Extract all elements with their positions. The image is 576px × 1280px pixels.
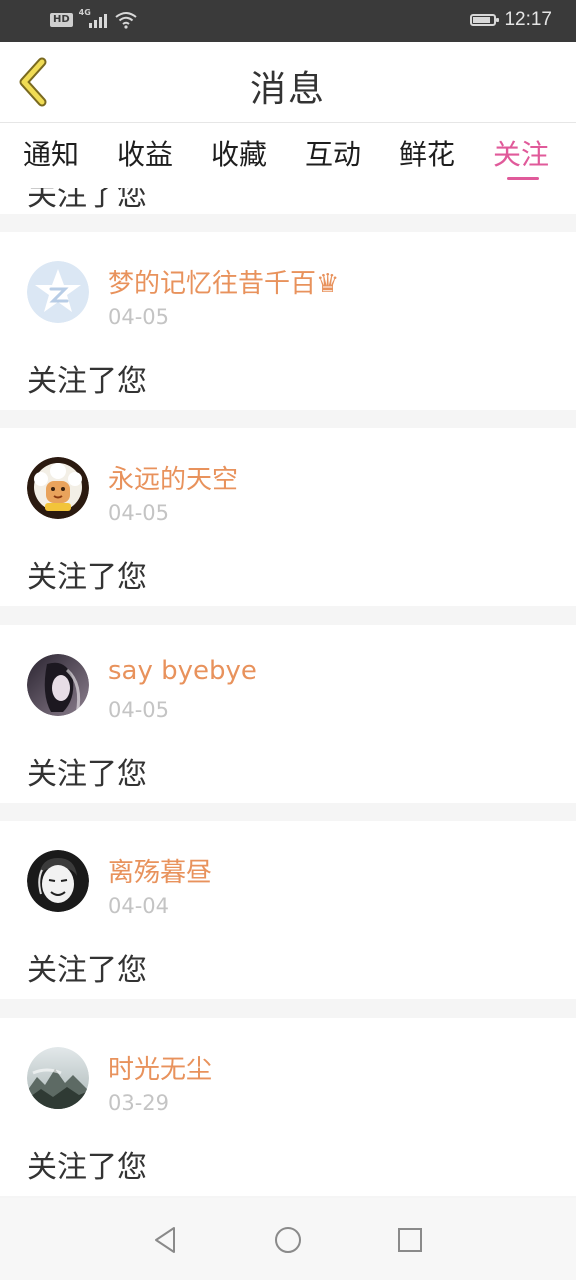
avatar[interactable]	[27, 457, 89, 519]
wifi-icon	[115, 12, 137, 29]
list-item[interactable]: 离殇暮昼 04-04 关注了您	[0, 821, 576, 999]
nav-home-button[interactable]	[270, 1222, 306, 1258]
item-message: 关注了您	[27, 757, 147, 792]
triangle-back-icon	[155, 1227, 175, 1253]
item-date: 04-05	[108, 501, 170, 525]
status-left: HD 4G	[50, 8, 137, 30]
nav-back-button[interactable]	[148, 1222, 184, 1258]
item-date: 04-04	[108, 894, 170, 918]
tab-bar: 通知 收益 收藏 互动 鲜花 关注	[0, 122, 576, 188]
list-item[interactable]: 梦的记忆往昔千百♛ 04-05 关注了您	[0, 232, 576, 410]
app-header: 消息	[0, 42, 576, 122]
avatar[interactable]	[27, 1047, 89, 1109]
item-message: 关注了您	[27, 560, 147, 595]
default-avatar-icon	[27, 261, 89, 323]
circle-home-icon	[275, 1227, 301, 1253]
item-message: 关注了您	[27, 364, 147, 399]
status-bar: HD 4G 12:17	[0, 0, 576, 42]
tab-earnings[interactable]: 收益	[117, 133, 173, 173]
tab-interactions[interactable]: 互动	[305, 133, 361, 173]
item-date: 04-05	[108, 698, 170, 722]
avatar[interactable]	[27, 850, 89, 912]
battery-icon	[470, 14, 500, 26]
page-title: 消息	[249, 69, 326, 110]
landscape-avatar-icon	[27, 1047, 89, 1109]
tab-flowers[interactable]: 鲜花	[399, 133, 455, 173]
list-item[interactable]: 时光无尘 03-29 关注了您	[0, 1018, 576, 1196]
username[interactable]: say byebye	[108, 656, 257, 686]
username[interactable]: 梦的记忆往昔千百♛	[108, 263, 339, 300]
item-message: 关注了您	[27, 188, 147, 213]
username[interactable]: 时光无尘	[108, 1049, 212, 1086]
list-item[interactable]: say byebye 04-05 关注了您	[0, 625, 576, 803]
item-date: 03-29	[108, 1091, 170, 1115]
item-message: 关注了您	[27, 1150, 147, 1185]
cartoon-avatar-icon	[27, 457, 89, 519]
hd-badge: HD	[50, 13, 73, 27]
tab-favorites[interactable]: 收藏	[211, 133, 267, 173]
avatar[interactable]	[27, 654, 89, 716]
system-nav-bar	[0, 1198, 576, 1280]
message-list[interactable]: 关注了您 梦的记忆往昔千百♛ 04-05 关注了您 永远的天空 04-05 关注…	[0, 188, 576, 1198]
tab-follows[interactable]: 关注	[493, 133, 549, 173]
list-item[interactable]: 永远的天空 04-05 关注了您	[0, 428, 576, 606]
username[interactable]: 永远的天空	[108, 459, 238, 496]
item-message: 关注了您	[27, 953, 147, 988]
active-tab-indicator	[507, 177, 539, 180]
photo-avatar-icon	[27, 654, 89, 716]
status-time: 12:17	[504, 9, 552, 30]
tab-notifications[interactable]: 通知	[23, 133, 79, 173]
cellular-signal-icon: 4G	[79, 8, 109, 30]
sketch-avatar-icon	[27, 850, 89, 912]
username[interactable]: 离殇暮昼	[108, 852, 212, 889]
status-right: 12:17	[470, 9, 552, 31]
avatar[interactable]	[27, 261, 89, 323]
square-recents-icon	[398, 1228, 422, 1252]
item-date: 04-05	[108, 305, 170, 329]
nav-recents-button[interactable]	[392, 1222, 428, 1258]
list-item-partial[interactable]: 关注了您	[0, 188, 576, 214]
